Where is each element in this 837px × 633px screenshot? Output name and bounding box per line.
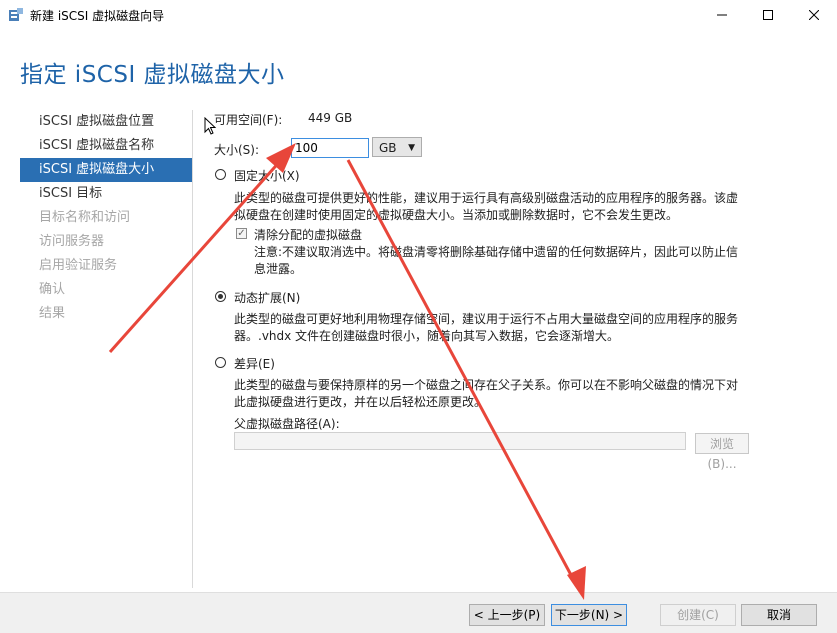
maximize-button[interactable] <box>745 0 791 30</box>
cancel-button[interactable]: 取消 <box>741 604 817 626</box>
fixed-desc-line1: 此类型的磁盘可提供更好的性能，建议用于运行具有高级别磁盘活动的应用程序的服务器。… <box>234 191 739 205</box>
size-label: 大小(S): <box>214 143 260 157</box>
nav-item-disk-location[interactable]: iSCSI 虚拟磁盘位置 <box>20 110 192 134</box>
diff-desc-line1: 此类型的磁盘与要保持原样的另一个磁盘之间存在父子关系。你可以在不影响父磁盘的情况… <box>234 378 739 392</box>
fixed-size-description: 此类型的磁盘可提供更好的性能，建议用于运行具有高级别磁盘活动的应用程序的服务器。… <box>234 190 738 224</box>
clear-allocated-label[interactable]: 清除分配的虚拟磁盘 <box>254 226 362 243</box>
fixed-desc-line2: 拟硬盘在创建时使用固定的虚拟硬盘大小。当添加或删除数据时，它不会发生更改。 <box>234 208 679 222</box>
nav-item-disk-name[interactable]: iSCSI 虚拟磁盘名称 <box>20 134 192 158</box>
clear-allocated-note: 注意:不建议取消选中。将磁盘清零将删除基础存储中遗留的任何数据碎片，因此可以防止… <box>254 244 738 278</box>
browse-button: 浏览(B)... <box>695 433 749 471</box>
dynamic-expanding-label[interactable]: 动态扩展(N) <box>234 289 300 306</box>
nav-item-target-name-access: 目标名称和访问 <box>39 210 131 225</box>
nav-item-disk-size[interactable]: iSCSI 虚拟磁盘大小 <box>20 158 192 182</box>
close-icon <box>809 10 819 20</box>
clear-note-line2: 息泄露。 <box>254 262 303 276</box>
size-unit-select[interactable]: GB ▼ <box>372 137 422 157</box>
previous-button[interactable]: < 上一步(P) <box>469 604 545 626</box>
parent-path-label: 父虚拟磁盘路径(A): <box>234 417 340 431</box>
nav-item-access-servers: 访问服务器 <box>39 234 105 249</box>
parent-path-input <box>234 432 686 450</box>
maximize-icon <box>763 10 773 20</box>
dynamic-desc-line1: 此类型的磁盘可更好地利用物理存储空间，建议用于运行不占用大量磁盘空间的应用程序的… <box>234 312 739 326</box>
create-button: 创建(C) <box>660 604 736 626</box>
nav-item-confirmation: 确认 <box>39 282 66 297</box>
next-button[interactable]: 下一步(N) > <box>551 604 627 626</box>
chevron-down-icon: ▼ <box>408 143 415 153</box>
dynamic-expanding-description: 此类型的磁盘可更好地利用物理存储空间，建议用于运行不占用大量磁盘空间的应用程序的… <box>234 311 738 345</box>
nav-item-results: 结果 <box>39 306 66 321</box>
clear-note-line1: 注意:不建议取消选中。将磁盘清零将删除基础存储中遗留的任何数据碎片，因此可以防止… <box>254 245 739 259</box>
page-heading: 指定 iSCSI 虚拟磁盘大小 <box>20 62 285 88</box>
dynamic-expanding-radio[interactable] <box>215 291 226 302</box>
server-wizard-icon <box>9 8 23 21</box>
close-button[interactable] <box>791 0 837 30</box>
clear-allocated-checkbox[interactable]: ✓ <box>236 228 247 239</box>
available-space-label: 可用空间(F): <box>214 113 283 127</box>
available-space-value: 449 GB <box>308 111 353 125</box>
mouse-pointer-icon <box>204 117 217 135</box>
differencing-label[interactable]: 差异(E) <box>234 355 275 372</box>
window-title: 新建 iSCSI 虚拟磁盘向导 <box>30 9 165 23</box>
diff-desc-line2: 此虚拟硬盘进行更改，并在以后轻松还原更改。 <box>234 395 487 409</box>
minimize-icon <box>717 14 727 16</box>
nav-divider <box>192 110 193 588</box>
wizard-nav: iSCSI 虚拟磁盘位置 iSCSI 虚拟磁盘名称 iSCSI 虚拟磁盘大小 i… <box>20 110 192 326</box>
minimize-button[interactable] <box>699 0 745 30</box>
dynamic-desc-line2: 器。.vhdx 文件在创建磁盘时很小，随着向其写入数据，它会逐渐增大。 <box>234 329 620 343</box>
fixed-size-label[interactable]: 固定大小(X) <box>234 167 300 184</box>
size-unit-value: GB <box>379 141 397 155</box>
differencing-description: 此类型的磁盘与要保持原样的另一个磁盘之间存在父子关系。你可以在不影响父磁盘的情况… <box>234 377 738 411</box>
differencing-radio[interactable] <box>215 357 226 368</box>
size-input[interactable] <box>291 138 369 158</box>
title-bar: 新建 iSCSI 虚拟磁盘向导 <box>0 0 837 30</box>
nav-item-enable-auth: 启用验证服务 <box>39 258 118 273</box>
fixed-size-radio[interactable] <box>215 169 226 180</box>
nav-item-iscsi-target[interactable]: iSCSI 目标 <box>20 182 192 206</box>
